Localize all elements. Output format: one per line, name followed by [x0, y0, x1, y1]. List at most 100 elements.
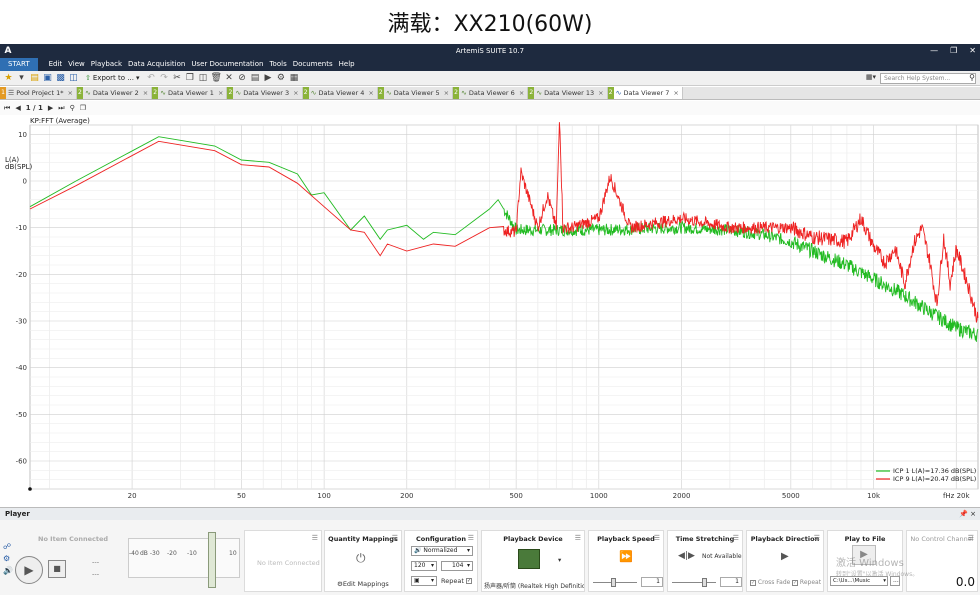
- cancel-icon[interactable]: ⊘: [236, 73, 247, 84]
- undo-icon[interactable]: ↶: [145, 73, 156, 84]
- tab-close-icon[interactable]: ×: [68, 89, 73, 97]
- close-icon[interactable]: ✕: [969, 44, 976, 58]
- stretch-value[interactable]: 1: [720, 577, 742, 587]
- tab-data-viewer-2[interactable]: 2 ∿ Data Viewer 2 ×: [76, 87, 153, 99]
- stop-button[interactable]: ■: [48, 560, 66, 578]
- settings-gear-icon[interactable]: ⚙: [275, 73, 286, 84]
- zoom-icon[interactable]: ⚲: [70, 104, 75, 112]
- minimize-icon[interactable]: —: [930, 44, 938, 58]
- tab-close-icon[interactable]: ×: [218, 89, 223, 97]
- table-icon[interactable]: ▦: [288, 73, 299, 84]
- menu-help[interactable]: Help: [336, 58, 358, 71]
- stretch-slider[interactable]: [702, 578, 707, 587]
- next-page-icon[interactable]: ▶: [48, 104, 53, 112]
- panel-menu-icon[interactable]: ☰: [733, 534, 739, 542]
- tab-close-icon[interactable]: ×: [368, 89, 373, 97]
- fft-chart-area[interactable]: KP:FFT (Average) L(A) dB(SPL) 10 0 -10 -20-…: [0, 115, 980, 505]
- menu-tools[interactable]: Tools: [266, 58, 289, 71]
- cross-fade-checkbox[interactable]: ✓ Cross Fade: [750, 579, 790, 586]
- previous-page-icon[interactable]: ◀: [15, 104, 20, 112]
- redo-icon[interactable]: ↷: [158, 73, 169, 84]
- no-item-panel: No Item Connected ☰: [244, 530, 322, 592]
- value-b-stepper[interactable]: 104 ▾: [441, 561, 473, 571]
- tab-close-icon[interactable]: ×: [143, 89, 148, 97]
- play-icon[interactable]: ▶: [262, 73, 273, 84]
- value-a-select[interactable]: 120 ▾: [411, 561, 437, 571]
- tab-number: 2: [607, 87, 614, 99]
- close-document-icon[interactable]: ✕: [223, 73, 234, 84]
- tab-data-viewer-3[interactable]: 2 ∿ Data Viewer 3 ×: [227, 87, 303, 99]
- connect-icon[interactable]: ☍: [3, 542, 11, 551]
- tab-data-viewer-1[interactable]: 2 ∿ Data Viewer 1 ×: [152, 87, 228, 99]
- repeat-checkbox[interactable]: Repeat ✓: [441, 577, 472, 585]
- copy-page-icon[interactable]: ❐: [80, 104, 86, 112]
- speed-value[interactable]: 1: [641, 577, 663, 587]
- last-page-icon[interactable]: ⏭: [58, 104, 64, 113]
- menu-view[interactable]: View: [65, 58, 88, 71]
- tab-data-viewer-5[interactable]: 2 ∿ Data Viewer 5 ×: [377, 87, 454, 99]
- normalization-select[interactable]: 🔊 Normalized ▾: [411, 546, 473, 556]
- volume-icon[interactable]: 🔊: [3, 566, 13, 575]
- plot-frame: [29, 124, 979, 490]
- panel-menu-icon[interactable]: ☰: [575, 534, 581, 542]
- panel-menu-icon[interactable]: ☰: [392, 534, 398, 542]
- copy-icon[interactable]: ❐: [184, 73, 195, 84]
- delete-icon[interactable]: 🗑: [210, 73, 221, 84]
- edit-mappings-button[interactable]: ⚙Edit Mappings: [337, 580, 389, 588]
- export-button[interactable]: ⇧ Export to ... ▾: [81, 74, 143, 82]
- search-icon[interactable]: ⚲: [969, 73, 975, 82]
- open-folder-icon[interactable]: ▤: [29, 73, 40, 84]
- menu-edit[interactable]: Edit: [46, 58, 66, 71]
- window-controls: — ❐ ✕: [930, 44, 976, 58]
- save-icon[interactable]: ▣: [42, 73, 53, 84]
- configuration-panel: Configuration ☰ 🔊 Normalized ▾ 120 ▾ 104 ▾ …: [404, 530, 478, 592]
- tab-data-viewer-4[interactable]: 2 ∿ Data Viewer 4 ×: [302, 87, 378, 99]
- menu-user-documentation[interactable]: User Documentation: [188, 58, 266, 71]
- direction-repeat-checkbox[interactable]: ✓ Repeat: [792, 579, 821, 586]
- panel-menu-icon[interactable]: ☰: [468, 534, 474, 542]
- panel-menu-icon[interactable]: ☰: [968, 534, 974, 542]
- tab-data-viewer-13[interactable]: 2 ∿ Data Viewer 13 ×: [528, 87, 608, 99]
- device-dropdown-icon[interactable]: ▾: [558, 556, 561, 564]
- start-menu-button[interactable]: START: [0, 58, 38, 71]
- tab-close-icon[interactable]: ×: [673, 89, 678, 97]
- play-button[interactable]: ▶: [15, 556, 43, 584]
- save-all-icon[interactable]: ▩: [55, 73, 66, 84]
- settings-icon[interactable]: ⚙: [3, 554, 10, 563]
- y-tick-label: -40: [16, 364, 27, 372]
- bracket-select[interactable]: ▣ ▾: [411, 576, 437, 586]
- volume-slider[interactable]: [208, 532, 216, 588]
- tab-close-icon[interactable]: ×: [444, 89, 449, 97]
- tab-data-viewer-7[interactable]: 2 ∿ Data Viewer 7 ×: [607, 87, 683, 99]
- panel-menu-icon[interactable]: ☰: [654, 534, 660, 542]
- tab-close-icon[interactable]: ×: [293, 89, 298, 97]
- print-icon[interactable]: ◫: [68, 73, 79, 84]
- panel-menu-icon[interactable]: ☰: [312, 534, 318, 542]
- restore-icon[interactable]: ❐: [950, 44, 957, 58]
- menu-documents[interactable]: Documents: [290, 58, 336, 71]
- layout-menu-icon[interactable]: ▦▾: [866, 73, 876, 81]
- fast-forward-icon[interactable]: ⏩: [619, 550, 633, 563]
- document-icon[interactable]: ▤: [249, 73, 260, 84]
- favorites-star-icon[interactable]: ★: [3, 73, 14, 84]
- tab-close-icon[interactable]: ×: [598, 89, 603, 97]
- speed-slider[interactable]: [611, 578, 616, 587]
- cut-icon[interactable]: ✂: [171, 73, 182, 84]
- dropdown-arrow-icon[interactable]: ▾: [16, 73, 27, 84]
- first-page-icon[interactable]: ⏮: [4, 104, 10, 113]
- paste-icon[interactable]: ◫: [197, 73, 208, 84]
- tab-number: 2: [152, 87, 159, 99]
- playback-device-title: Playback Device: [503, 535, 563, 543]
- menu-playback[interactable]: Playback: [88, 58, 125, 71]
- forward-direction-icon[interactable]: ▶: [781, 551, 789, 562]
- tab-pool-project-1[interactable]: 1 ☰ Pool Project 1* ×: [0, 87, 77, 99]
- page-indicator: 1 / 1: [25, 104, 43, 112]
- menu-data-acquisition[interactable]: Data Acquisition: [125, 58, 188, 71]
- panel-menu-icon[interactable]: ☰: [814, 534, 820, 542]
- tab-close-icon[interactable]: ×: [519, 89, 524, 97]
- power-icon[interactable]: ⏻: [356, 551, 366, 566]
- help-search-input[interactable]: Search Help System...: [880, 73, 976, 84]
- fft-chart[interactable]: KP:FFT (Average) L(A) dB(SPL) 100-10-20-…: [0, 115, 980, 505]
- sound-card-icon[interactable]: [518, 549, 540, 569]
- tab-data-viewer-6[interactable]: 2 ∿ Data Viewer 6 ×: [453, 87, 529, 99]
